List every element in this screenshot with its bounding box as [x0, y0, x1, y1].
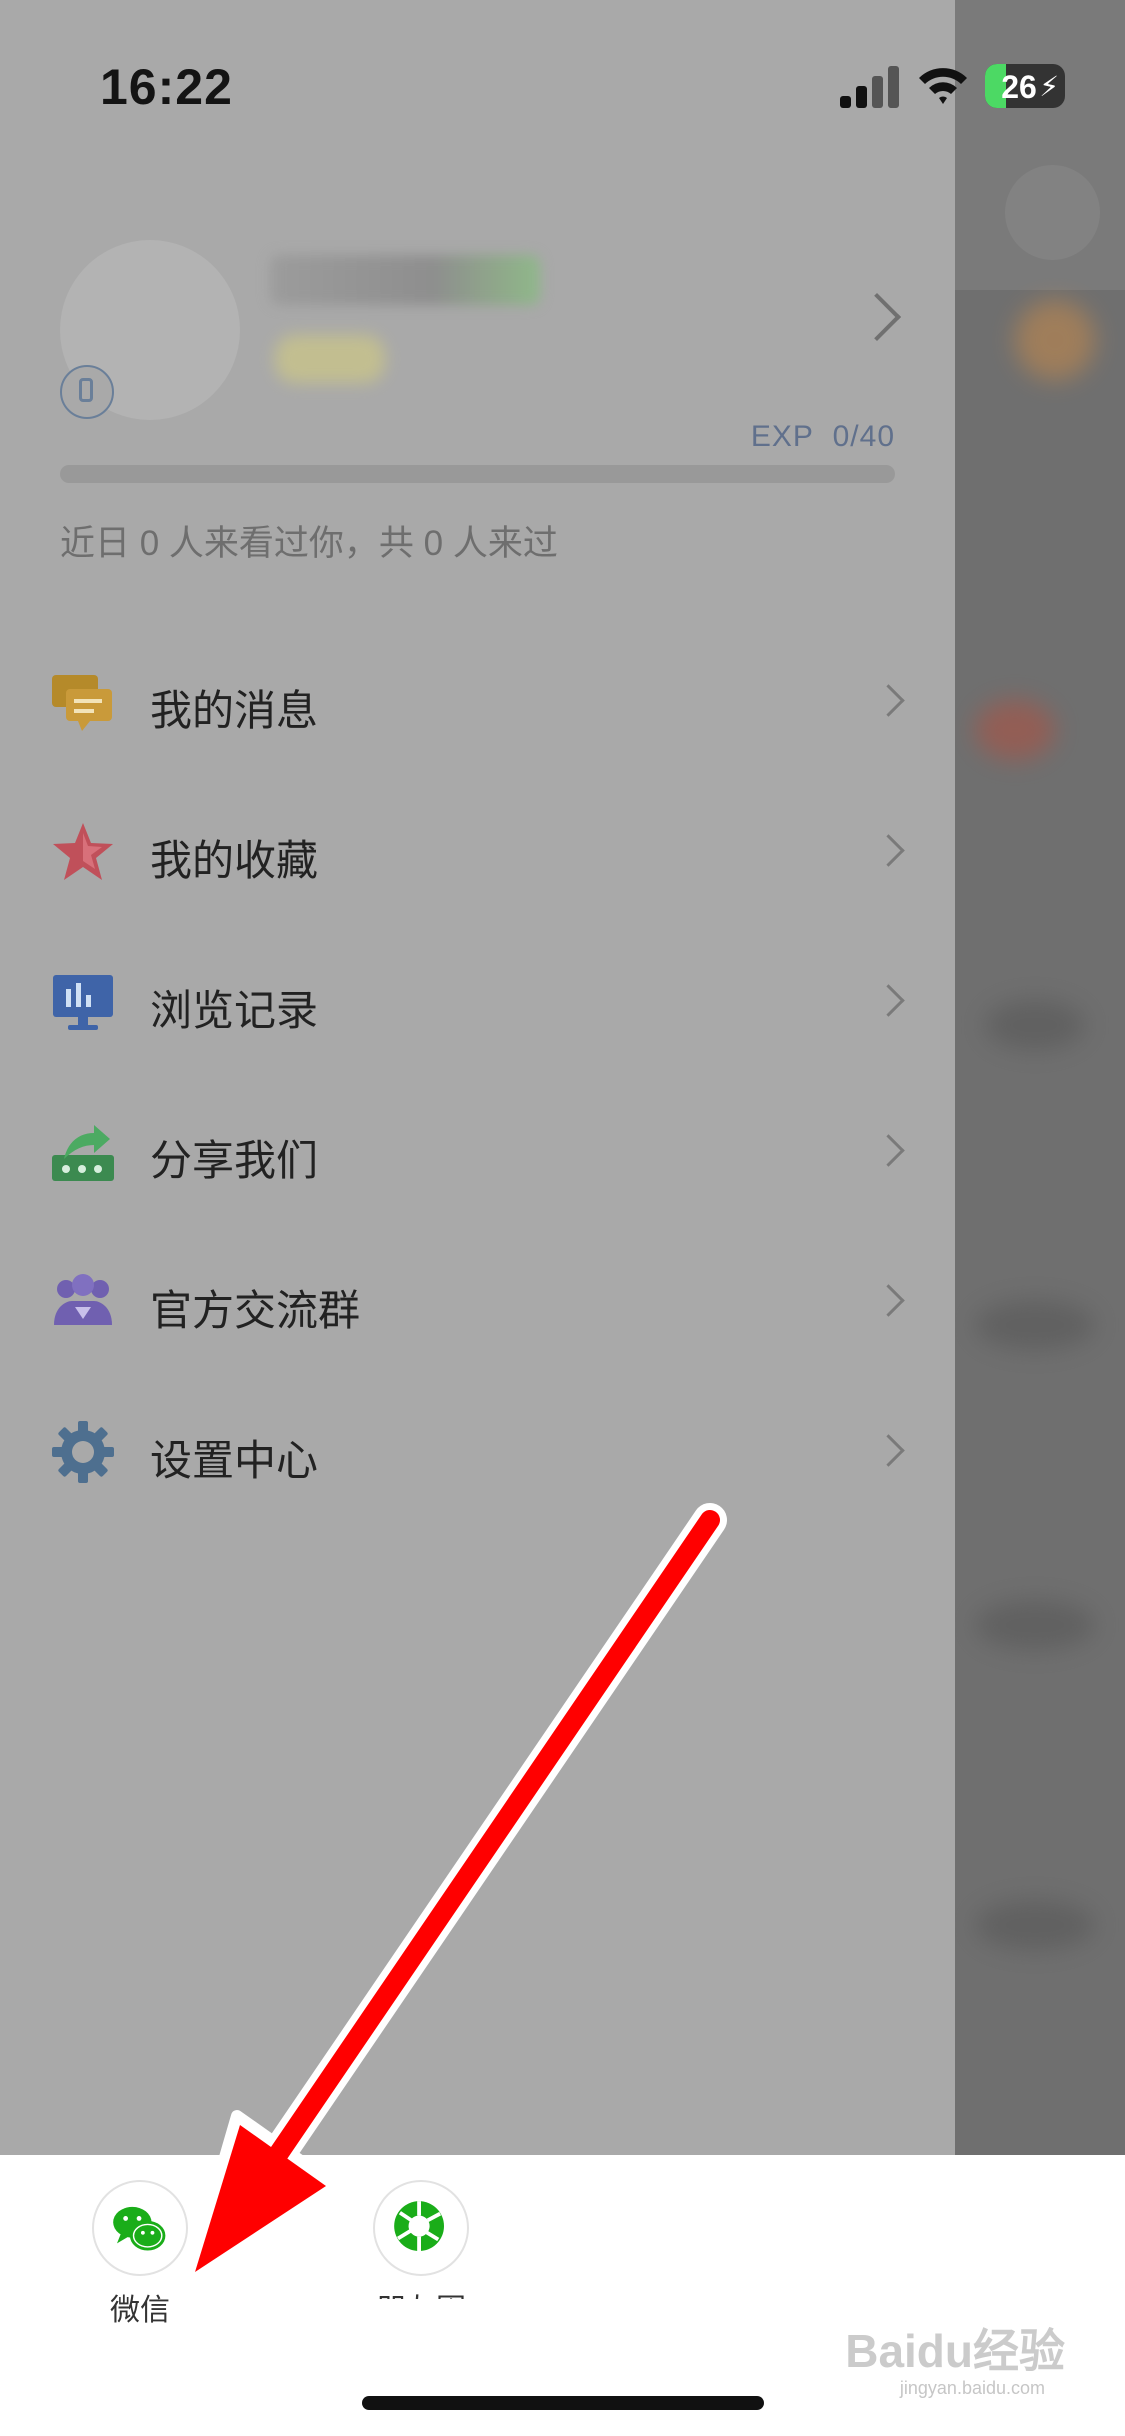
dimmed-text	[975, 1900, 1095, 1950]
chevron-right-icon	[872, 984, 905, 1017]
battery-icon: 26 ⚡	[985, 64, 1065, 108]
chevron-right-icon	[872, 1434, 905, 1467]
chevron-right-icon	[872, 834, 905, 867]
dimmed-text	[985, 1000, 1085, 1050]
history-icon	[53, 975, 113, 1030]
chevron-right-icon	[872, 1134, 905, 1167]
username-blurred	[270, 255, 540, 305]
moments-icon	[394, 2201, 444, 2251]
menu-item-official-group[interactable]: 官方交流群	[0, 1227, 955, 1377]
menu-item-label: 我的消息	[150, 687, 319, 734]
menu-item-history[interactable]: 浏览记录	[0, 927, 955, 1077]
menu-item-label: 我的收藏	[150, 837, 319, 884]
status-time: 16:22	[100, 59, 233, 115]
group-icon	[54, 1274, 112, 1325]
level-badge-blurred	[275, 335, 385, 383]
share-wechat-button[interactable]	[92, 2180, 188, 2276]
menu-item-label: 设置中心	[150, 1437, 319, 1484]
share-moments-label: 朋友圈	[376, 2285, 466, 2299]
dimmed-thumbnail	[975, 700, 1055, 760]
dimmed-main-content[interactable]	[955, 0, 1125, 2155]
watermark-url: jingyan.baidu.com	[899, 2378, 1045, 2398]
charging-icon: ⚡	[1039, 71, 1059, 102]
wifi-icon	[919, 68, 967, 104]
menu-item-label: 浏览记录	[150, 987, 319, 1034]
message-icon	[52, 675, 112, 731]
share-wechat-label: 微信	[110, 2294, 170, 2327]
watermark-logo: Baidu经验	[845, 2325, 1065, 2377]
menu-item-messages[interactable]: 我的消息	[0, 627, 955, 777]
phone-icon	[60, 365, 114, 419]
dimmed-text	[975, 1300, 1095, 1350]
menu-item-favorites[interactable]: 我的收藏	[0, 777, 955, 927]
dimmed-text	[975, 1600, 1095, 1650]
home-indicator[interactable]	[362, 2396, 764, 2410]
exp-progress-bar	[60, 465, 895, 483]
menu-item-label: 分享我们	[150, 1137, 319, 1184]
menu-item-settings[interactable]: 设置中心	[0, 1377, 955, 1527]
share-icon	[52, 1125, 114, 1181]
chevron-right-icon	[872, 684, 905, 717]
cellular-signal-icon	[840, 64, 900, 108]
visitor-stats: 近日 0 人来看过你，共 0 人来过	[60, 524, 558, 563]
dimmed-thumbnail	[1015, 300, 1095, 380]
share-moments-button[interactable]	[373, 2180, 469, 2276]
dimmed-avatar	[1005, 165, 1100, 260]
exp-value: 0/40	[832, 420, 895, 453]
menu-item-label: 官方交流群	[150, 1287, 361, 1334]
gear-icon	[52, 1421, 114, 1483]
menu-item-share[interactable]: 分享我们	[0, 1077, 955, 1227]
star-icon	[53, 823, 113, 880]
wechat-icon	[113, 2206, 166, 2251]
exp-counter: EXP 0/40	[751, 420, 895, 454]
chevron-right-icon	[872, 1284, 905, 1317]
exp-label: EXP	[750, 420, 814, 453]
